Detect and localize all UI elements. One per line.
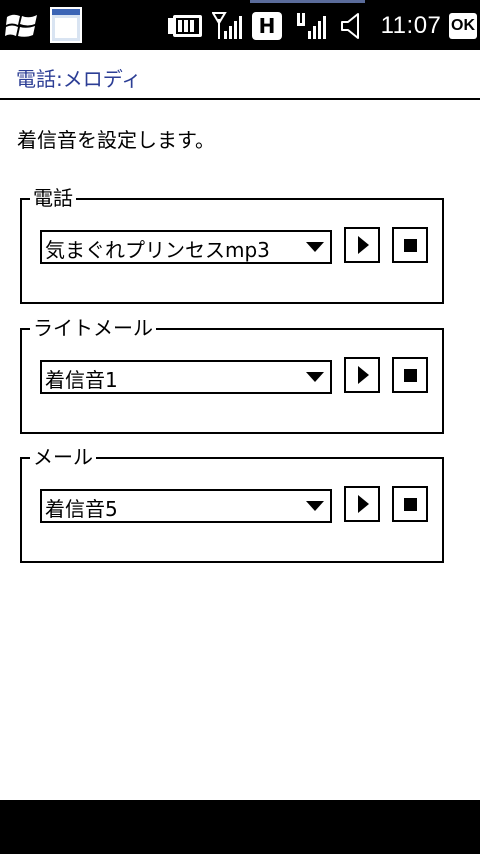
- play-button[interactable]: [344, 486, 380, 522]
- stop-icon: [404, 239, 417, 252]
- dropdown-arrow-icon[interactable]: [306, 501, 324, 511]
- group-label: 電話: [30, 185, 76, 211]
- signal-icon: [296, 10, 328, 42]
- select-value: 気まぐれプリンセスmp3: [45, 238, 270, 262]
- stop-button[interactable]: [392, 227, 428, 263]
- windows-start-icon[interactable]: [4, 10, 40, 42]
- play-button[interactable]: [344, 227, 380, 263]
- select-value: 着信音5: [45, 497, 118, 521]
- mail-ringtone-group: メール 着信音5: [20, 444, 444, 563]
- play-icon: [358, 236, 369, 254]
- hsdpa-icon: H: [252, 12, 282, 40]
- status-bar: H 11:07 OK: [0, 0, 480, 50]
- clock[interactable]: 11:07: [380, 10, 442, 42]
- group-label: ライトメール: [30, 315, 156, 341]
- stop-button[interactable]: [392, 486, 428, 522]
- task-window-icon[interactable]: [50, 7, 82, 43]
- light-mail-ringtone-group: ライトメール 着信音1: [20, 315, 444, 434]
- battery-icon: [166, 10, 204, 42]
- play-button[interactable]: [344, 357, 380, 393]
- stop-button[interactable]: [392, 357, 428, 393]
- play-icon: [358, 495, 369, 513]
- task-window-body: [55, 18, 77, 38]
- page-title: 電話:メロディ: [16, 67, 142, 91]
- light-mail-ringtone-select[interactable]: 着信音1: [40, 360, 332, 394]
- task-window-titlebar: [52, 9, 80, 15]
- play-icon: [358, 366, 369, 384]
- group-label: メール: [30, 444, 96, 470]
- volume-icon[interactable]: [338, 10, 366, 42]
- ok-button[interactable]: OK: [449, 13, 477, 39]
- dropdown-arrow-icon[interactable]: [306, 242, 324, 252]
- phone-ringtone-group: 電話 気まぐれプリンセスmp3: [20, 185, 444, 304]
- mail-ringtone-select[interactable]: 着信音5: [40, 489, 332, 523]
- stop-icon: [404, 369, 417, 382]
- title-divider: [0, 98, 480, 100]
- dropdown-arrow-icon[interactable]: [306, 372, 324, 382]
- stop-icon: [404, 498, 417, 511]
- status-accent-line: [250, 0, 365, 3]
- soft-key-bar[interactable]: [0, 800, 480, 854]
- instruction-text: 着信音を設定します。: [17, 128, 215, 152]
- phone-ringtone-select[interactable]: 気まぐれプリンセスmp3: [40, 230, 332, 264]
- select-value: 着信音1: [45, 368, 118, 392]
- signal-icon: [212, 10, 244, 42]
